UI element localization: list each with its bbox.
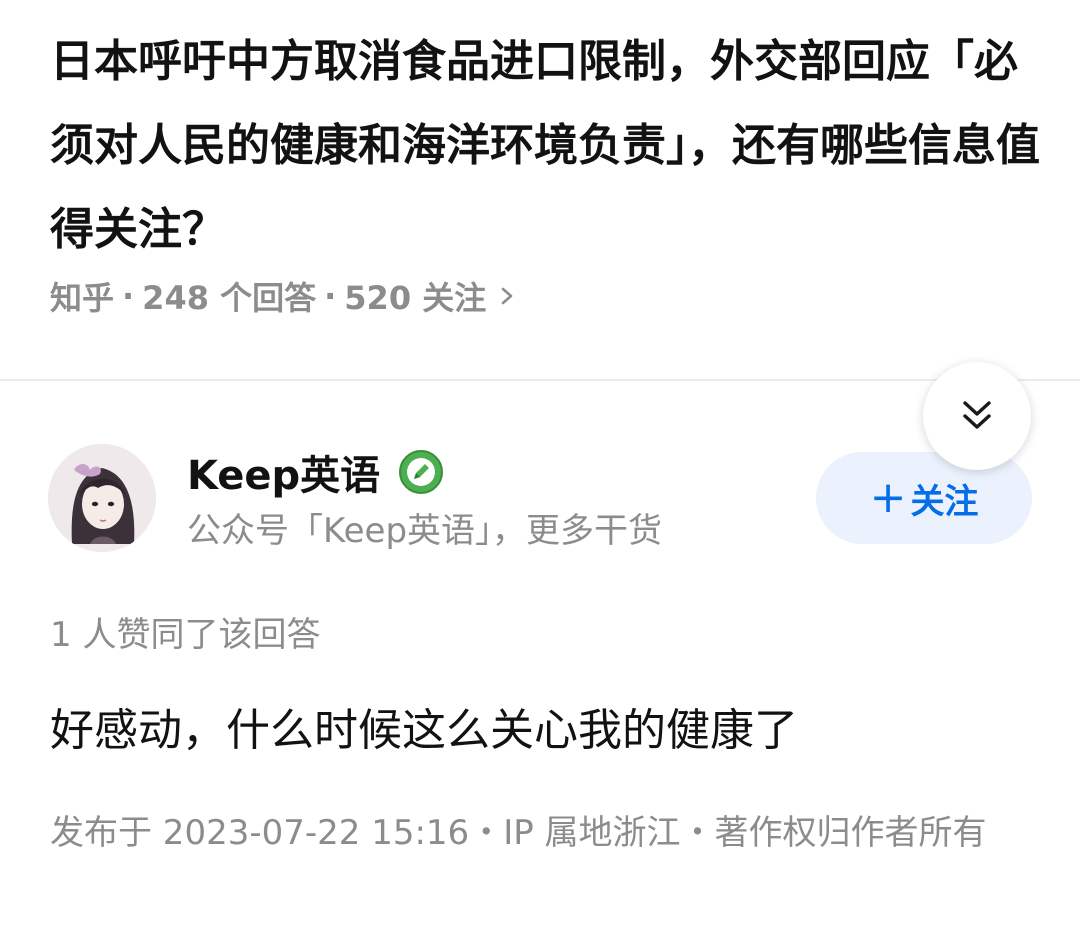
chevron-right-icon [501, 287, 513, 305]
author-name[interactable]: Keep英语 [187, 444, 444, 500]
vote-count: 1 人赞同了该回答 [50, 615, 321, 655]
source-label: 知乎 [50, 279, 115, 317]
answer-content[interactable]: 好感动，什么时候这么关心我的健康了 [50, 700, 798, 762]
double-chevron-down-icon [963, 401, 991, 429]
author-name-text: Keep英语 [187, 453, 381, 499]
divider [0, 379, 1080, 381]
meta-separator: · [324, 277, 337, 315]
plus-icon: + [869, 472, 907, 523]
meta-separator: · [122, 277, 135, 315]
question-title[interactable]: 日本呼吁中方取消食品进口限制，外交部回应「必须对人民的健康和海洋环境负责」，还有… [50, 20, 1040, 272]
followers-count: 520 关注 [344, 279, 487, 317]
question-meta[interactable]: 知乎 · 248 个回答 · 520 关注 [50, 272, 514, 320]
follow-label: 关注 [910, 481, 979, 522]
pencil-badge-icon [399, 450, 444, 494]
collapse-button[interactable] [923, 362, 1031, 470]
follow-button[interactable]: + 关注 [816, 452, 1032, 544]
avatar-illustration [48, 444, 156, 552]
avatar[interactable] [48, 444, 156, 552]
answers-count: 248 个回答 [142, 279, 317, 317]
publish-info: 发布于 2023-07-22 15:16・IP 属地浙江・著作权归作者所有 [50, 813, 987, 853]
author-bio: 公众号「Keep英语」，更多干货 [187, 511, 663, 551]
